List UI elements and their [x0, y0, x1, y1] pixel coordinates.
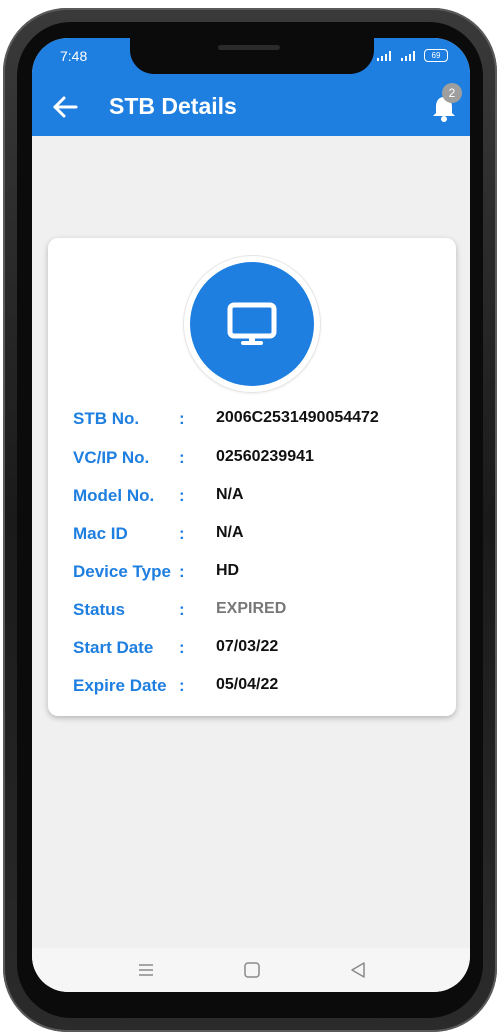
detail-row-start-date: Start Date : 07/03/22: [48, 638, 456, 668]
detail-colon: :: [179, 524, 185, 543]
detail-value: 05/04/22: [216, 676, 279, 693]
screen: 7:48 69 STB Details 2 STB No.: 2006C253…: [32, 38, 470, 992]
camera-notch: [130, 38, 374, 74]
detail-label: Start Date: [73, 638, 154, 657]
detail-row-stb-no: STB No. : 2006C2531490054472: [48, 409, 456, 439]
detail-label: STB No.: [73, 409, 140, 428]
detail-label: Status: [73, 600, 125, 619]
detail-label: Device Type: [73, 562, 171, 581]
detail-colon: :: [179, 409, 185, 428]
detail-colon: :: [179, 676, 185, 695]
signal-icon: [377, 51, 391, 61]
detail-row-model-no: Model No. : N/A: [48, 486, 456, 516]
stb-details-card: STB No. : 2006C2531490054472 VC/IP No. :…: [48, 238, 456, 716]
detail-row-device-type: Device Type : HD: [48, 562, 456, 592]
detail-label: Mac ID: [73, 524, 128, 543]
notification-badge: 2: [442, 83, 462, 103]
detail-value: N/A: [216, 486, 244, 503]
device-avatar: [184, 256, 320, 392]
detail-row-vc-ip-no: VC/IP No. : 02560239941: [48, 448, 456, 478]
speaker-grille: [218, 45, 280, 50]
app-bar: 7:48 69 STB Details 2: [32, 38, 470, 136]
detail-colon: :: [179, 562, 185, 581]
detail-value: 02560239941: [216, 448, 314, 465]
triangle-back-icon[interactable]: [346, 958, 370, 982]
status-badge: EXPIRED: [216, 600, 287, 617]
detail-value: N/A: [216, 524, 244, 541]
detail-label: VC/IP No.: [73, 448, 150, 467]
detail-row-status: Status : EXPIRED: [48, 600, 456, 630]
square-icon[interactable]: [240, 958, 264, 982]
signal-icon: [401, 51, 415, 61]
page-title: STB Details: [109, 93, 237, 119]
menu-icon[interactable]: [134, 958, 158, 982]
status-time: 7:48: [60, 48, 88, 64]
detail-label: Model No.: [73, 486, 155, 505]
detail-colon: :: [179, 448, 185, 467]
detail-row-mac-id: Mac ID : N/A: [48, 524, 456, 554]
detail-colon: :: [179, 638, 185, 657]
detail-value: 2006C2531490054472: [216, 409, 379, 426]
detail-colon: :: [179, 486, 185, 505]
battery-icon: 69: [424, 49, 448, 62]
detail-label: Expire Date: [73, 676, 167, 695]
detail-value: 07/03/22: [216, 638, 279, 655]
system-nav-bar: [32, 948, 470, 992]
detail-colon: :: [179, 600, 185, 619]
arrow-left-icon[interactable]: [50, 92, 80, 122]
detail-row-expire-date: Expire Date : 05/04/22: [48, 676, 456, 706]
status-icons: 69: [376, 49, 448, 62]
device-avatar-circle: [190, 262, 314, 386]
detail-value: HD: [216, 562, 240, 579]
monitor-icon: [227, 302, 277, 345]
